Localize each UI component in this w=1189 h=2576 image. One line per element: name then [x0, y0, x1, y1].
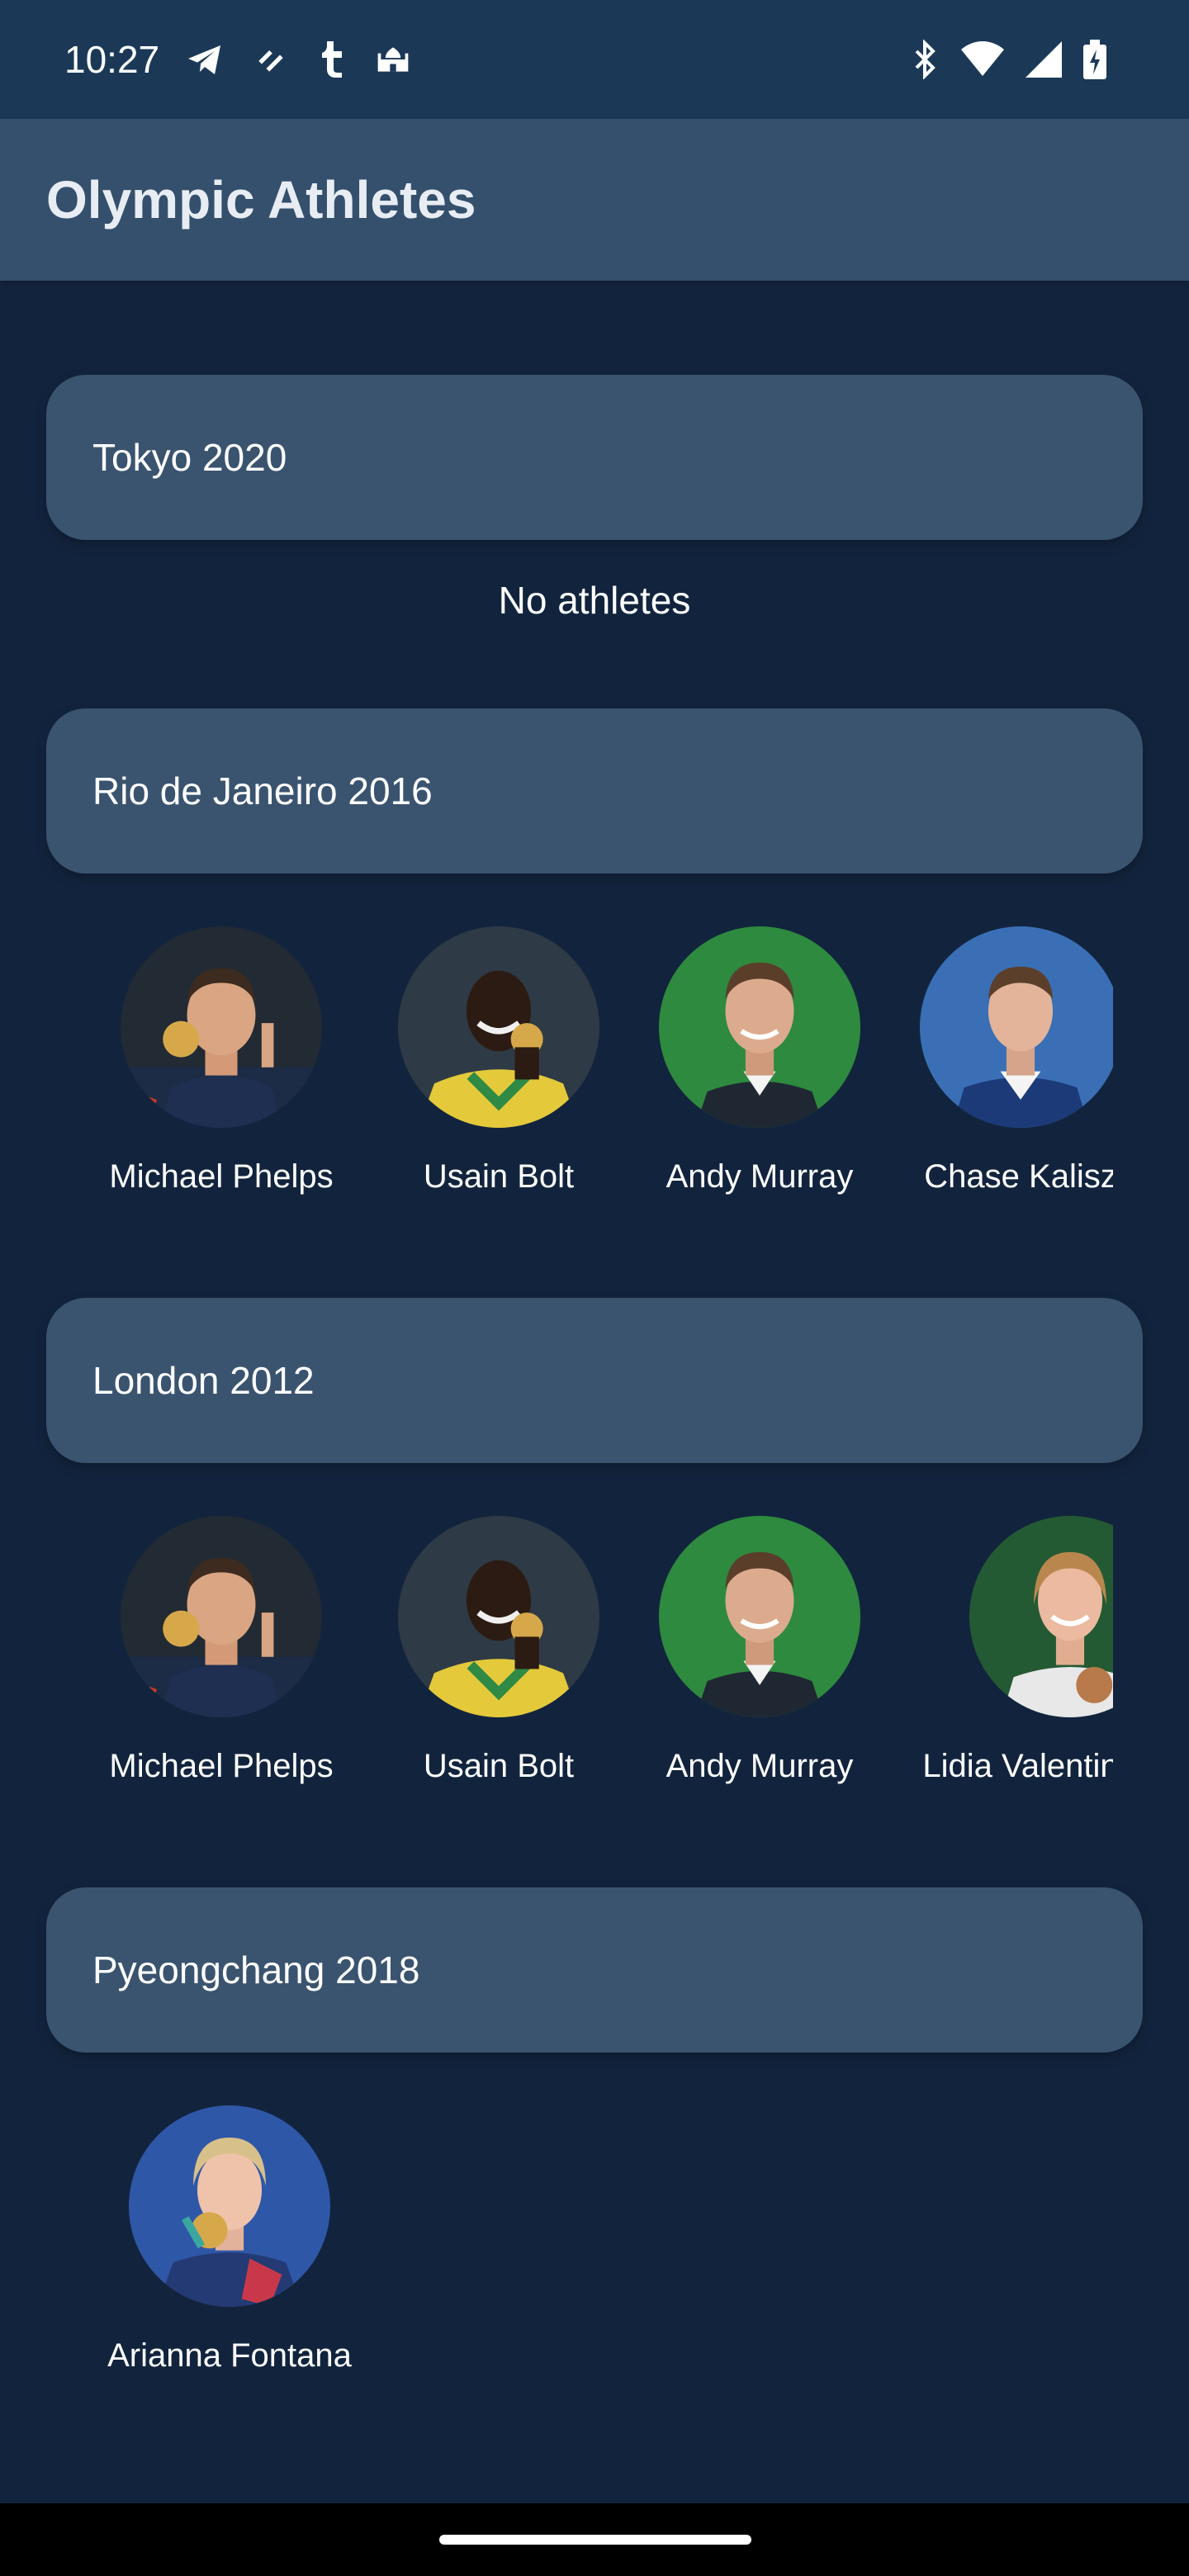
athlete-name: Michael Phelps: [109, 1748, 334, 1784]
app-bar: Olympic Athletes: [0, 119, 1189, 281]
tumblr-icon: [322, 41, 342, 78]
app-notification-icon: [258, 50, 283, 72]
game-title: Rio de Janeiro 2016: [92, 769, 433, 812]
game-header-pyeongchang-2018[interactable]: Pyeongchang 2018: [46, 1887, 1143, 2053]
no-athletes-message: No athletes: [498, 579, 691, 622]
bluetooth-icon: [915, 40, 936, 79]
telegram-icon: [188, 45, 220, 74]
athlete-row-london-2012[interactable]: Michael Phelps Usain Bolt Andy Murray Li…: [92, 1516, 1113, 1797]
athlete-card[interactable]: Michael Phelps: [109, 926, 368, 1207]
game-title: Tokyo 2020: [92, 436, 287, 479]
wifi-icon: [961, 41, 1004, 76]
athlete-card[interactable]: Usain Bolt: [398, 926, 646, 1207]
athlete-name: Andy Murray: [666, 1158, 854, 1195]
athlete-name: Usain Bolt: [423, 1158, 575, 1195]
athlete-card[interactable]: Andy Murray: [659, 1516, 907, 1797]
athlete-card[interactable]: Michael Phelps: [109, 1516, 368, 1797]
page-title: Olympic Athletes: [46, 170, 476, 230]
athlete-name: Usain Bolt: [423, 1748, 575, 1784]
status-bar: 10:27: [0, 0, 1189, 119]
athlete-avatar: [969, 1516, 1113, 1717]
athlete-card[interactable]: Arianna Fontana: [107, 2105, 377, 2386]
mosque-icon: [377, 47, 409, 72]
athlete-avatar: [659, 926, 860, 1128]
cellular-signal-icon: [1026, 41, 1062, 78]
athlete-avatar: [659, 1516, 860, 1717]
athlete-avatar: [398, 926, 599, 1128]
athlete-name: Andy Murray: [666, 1748, 854, 1784]
battery-charging-icon: [1083, 40, 1106, 79]
athlete-name: Chase Kalisz: [924, 1158, 1113, 1195]
athlete-name: Lidia Valentin: [922, 1748, 1113, 1784]
athlete-avatar: [398, 1516, 599, 1717]
athlete-avatar: [129, 2105, 330, 2307]
athlete-name: Michael Phelps: [109, 1158, 334, 1195]
athlete-avatar: [121, 1516, 322, 1717]
game-header-london-2012[interactable]: London 2012: [46, 1298, 1143, 1463]
athlete-row-rio-2016[interactable]: Michael Phelps Usain Bolt Andy Murray Ch…: [92, 926, 1113, 1207]
notification-icons: [185, 36, 411, 83]
system-icons: [910, 36, 1106, 83]
athlete-card[interactable]: Usain Bolt: [398, 1516, 646, 1797]
status-time: 10:27: [64, 38, 160, 81]
game-title: Pyeongchang 2018: [92, 1949, 420, 1991]
athlete-row-pyeongchang-2018[interactable]: Arianna Fontana: [92, 2105, 1113, 2386]
athlete-avatar: [121, 926, 322, 1128]
athlete-card[interactable]: Chase Kalisz: [920, 926, 1113, 1207]
navigation-bar: [0, 2503, 1189, 2576]
athlete-name: Arianna Fontana: [107, 2337, 352, 2374]
game-header-rio-2016[interactable]: Rio de Janeiro 2016: [46, 708, 1143, 874]
game-title: London 2012: [92, 1359, 315, 1402]
home-gesture-handle[interactable]: [439, 2535, 751, 2545]
athlete-card[interactable]: Andy Murray: [659, 926, 907, 1207]
athlete-card[interactable]: Lidia Valentin: [920, 1516, 1113, 1797]
game-header-tokyo-2020[interactable]: Tokyo 2020: [46, 375, 1143, 540]
athlete-avatar: [920, 926, 1113, 1128]
